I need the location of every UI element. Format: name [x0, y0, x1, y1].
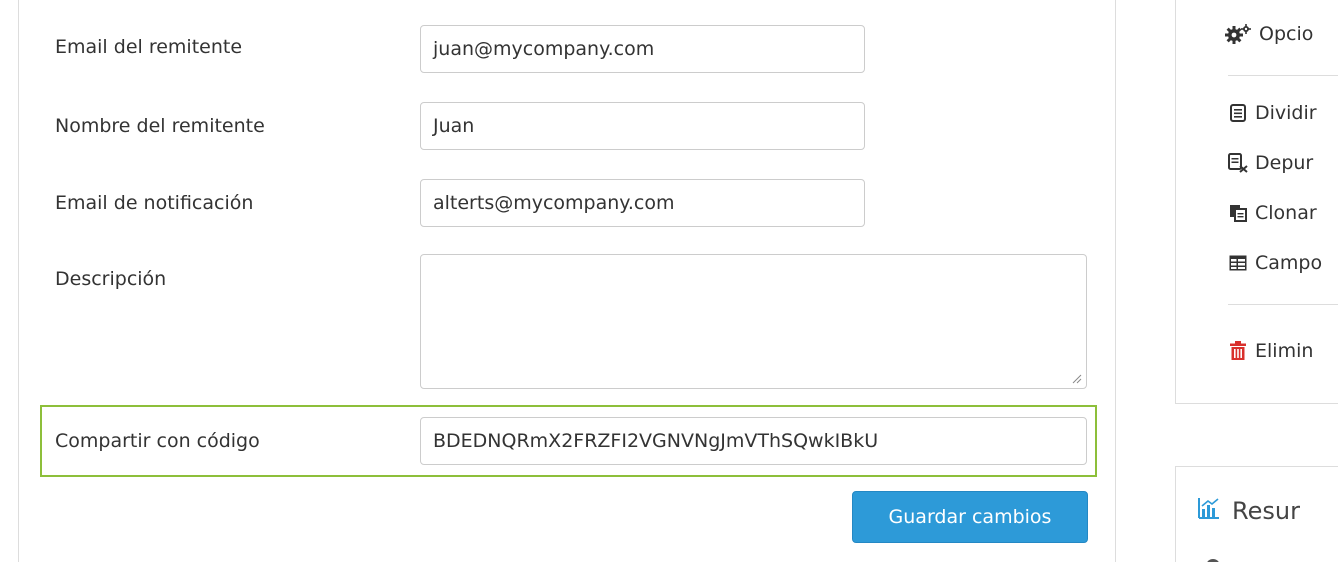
sidebar-item-clean[interactable]: Depur [1228, 152, 1313, 174]
share-code-label: Compartir con código [55, 430, 260, 452]
table-icon [1228, 253, 1248, 273]
sidebar-item-label: Depur [1255, 152, 1314, 174]
bar-chart-icon [1198, 497, 1220, 525]
sidebar-item-clone[interactable]: Clonar [1228, 202, 1317, 224]
copy-icon [1228, 203, 1248, 223]
sender-name-input[interactable]: Juan [420, 102, 865, 150]
summary-heading[interactable]: Resur [1198, 497, 1300, 525]
sender-name-label: Nombre del remitente [55, 115, 265, 137]
sidebar-item-options[interactable]: Opcio [1224, 23, 1313, 45]
sidebar-item-fields[interactable]: Campo [1228, 252, 1322, 274]
save-changes-button[interactable]: Guardar cambios [852, 491, 1088, 543]
actions-sidebar: Opcio Dividir Depur Clonar Campo Elimin [1175, 0, 1338, 404]
share-code-input[interactable]: BDEDNQRmX2FRZFI2VGNVNgJmVThSQwkIBkU [420, 417, 1087, 465]
sidebar-item-label: Opcio [1259, 23, 1314, 45]
trash-icon [1228, 341, 1248, 361]
summary-title: Resur [1232, 497, 1300, 525]
sidebar-item-split[interactable]: Dividir [1228, 102, 1317, 124]
sidebar-item-label: Campo [1255, 252, 1323, 274]
document-clean-icon [1228, 153, 1248, 173]
notification-email-label: Email de notificación [55, 192, 254, 214]
notification-email-input[interactable]: alterts@mycompany.com [420, 179, 865, 227]
sidebar-divider [1228, 304, 1338, 305]
sidebar-item-label: Elimin [1255, 340, 1314, 362]
sidebar-divider [1228, 75, 1338, 76]
sidebar-item-label: Clonar [1255, 202, 1317, 224]
sender-email-label: Email del remitente [55, 36, 243, 58]
description-textarea[interactable] [420, 254, 1087, 389]
resize-handle-icon[interactable] [1070, 372, 1082, 384]
sidebar-item-label: Dividir [1255, 102, 1317, 124]
summary-panel: Resur [1175, 466, 1338, 562]
sender-email-input[interactable]: juan@mycompany.com [420, 25, 865, 73]
gears-icon [1224, 24, 1252, 44]
document-icon [1228, 103, 1248, 123]
sidebar-item-delete[interactable]: Elimin [1228, 340, 1313, 362]
description-label: Descripción [55, 268, 167, 290]
